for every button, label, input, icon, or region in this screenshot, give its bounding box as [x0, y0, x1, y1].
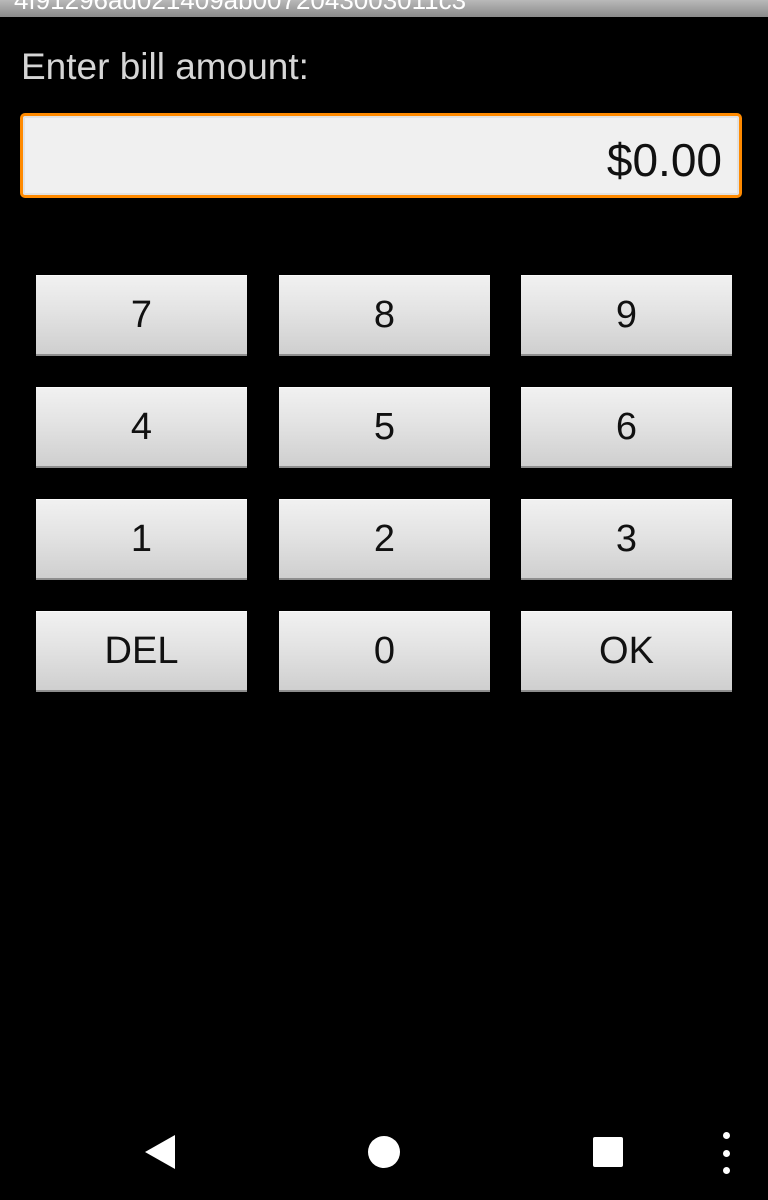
ok-button[interactable]: OK	[521, 611, 732, 692]
delete-button[interactable]: DEL	[36, 611, 247, 692]
key-3-button[interactable]: 3	[521, 499, 732, 580]
overflow-menu-icon[interactable]	[718, 1132, 734, 1174]
key-4-button[interactable]: 4	[36, 387, 247, 468]
key-7-button[interactable]: 7	[36, 275, 247, 356]
key-6-button[interactable]: 6	[521, 387, 732, 468]
key-0-button[interactable]: 0	[279, 611, 490, 692]
home-icon[interactable]	[368, 1136, 400, 1168]
key-9-button[interactable]: 9	[521, 275, 732, 356]
back-icon[interactable]	[145, 1135, 175, 1169]
key-8-button[interactable]: 8	[279, 275, 490, 356]
bill-amount-value: $0.00	[606, 134, 722, 186]
menu-dot	[722, 1149, 730, 1157]
window-title-bar: 4f91296ad021409ab0072043003011c3	[0, 0, 768, 17]
key-2-button[interactable]: 2	[279, 499, 490, 580]
key-1-button[interactable]: 1	[36, 499, 247, 580]
menu-dot	[722, 1132, 730, 1139]
bill-amount-label: Enter bill amount:	[21, 46, 309, 87]
menu-dot	[722, 1167, 730, 1174]
bill-amount-field[interactable]: $0.00	[20, 113, 742, 198]
recents-icon[interactable]	[593, 1137, 623, 1167]
key-5-button[interactable]: 5	[279, 387, 490, 468]
window-title: 4f91296ad021409ab0072043003011c3	[14, 0, 467, 15]
app-screen: 4f91296ad021409ab0072043003011c3 Enter b…	[0, 0, 768, 1200]
